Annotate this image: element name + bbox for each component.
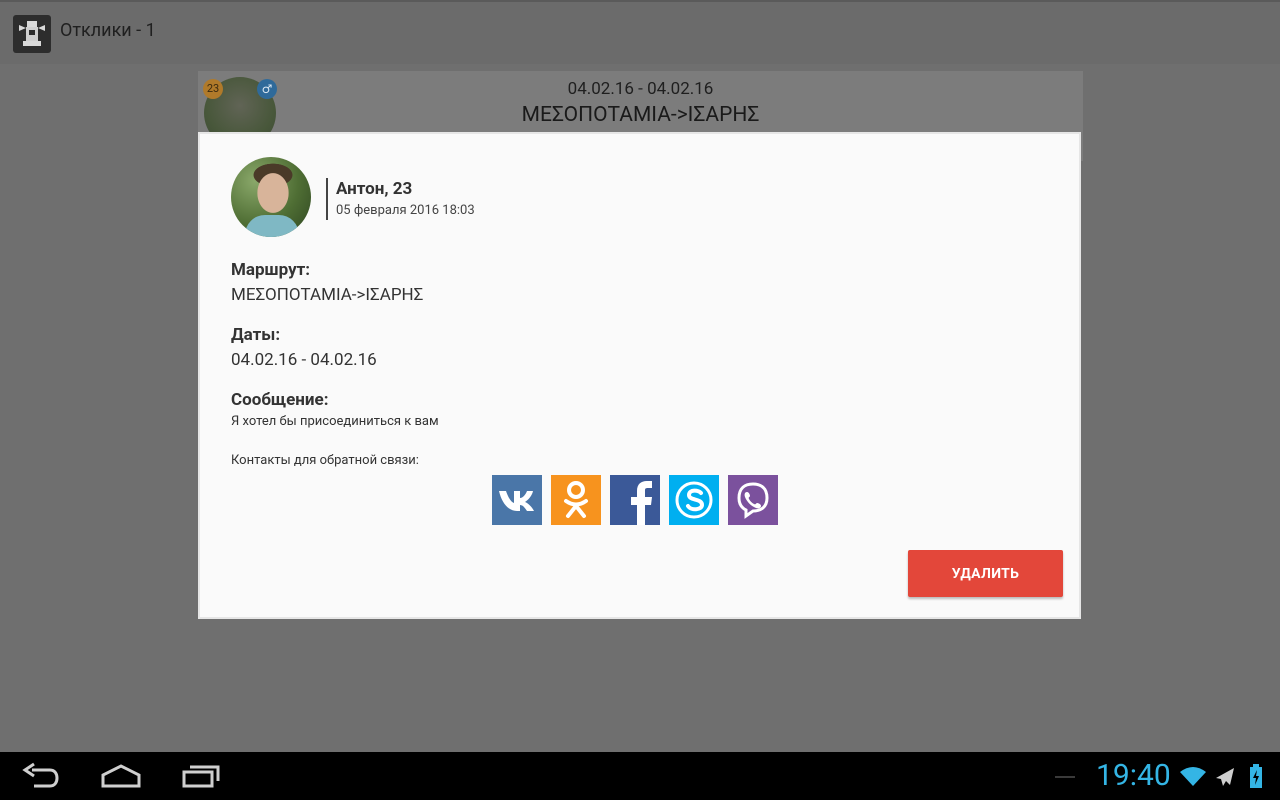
page-title: Отклики - 1 [60, 20, 156, 41]
vk-icon[interactable] [492, 475, 542, 525]
back-icon[interactable] [22, 762, 60, 794]
viber-icon[interactable] [728, 475, 778, 525]
odnoklassniki-icon[interactable] [551, 475, 601, 525]
airplane-mode-icon [1214, 766, 1236, 792]
route-value: ΜΕΣΟΠΟΤΑΜΙΑ->ΙΣΑΡΗΣ [231, 285, 424, 305]
action-bar: Отклики - 1 [0, 0, 1280, 64]
contacts-label: Контакты для обратной связи: [231, 453, 419, 468]
divider [326, 178, 328, 220]
user-name: Антон, 23 [336, 179, 413, 199]
battery-icon [1250, 764, 1262, 792]
delete-button[interactable]: УДАЛИТЬ [908, 550, 1063, 597]
clock[interactable]: 19:40 [1096, 758, 1171, 793]
skype-icon[interactable] [669, 475, 719, 525]
list-item-route: ΜΕΣΟΠΟΤΑΜΙΑ->ΙΣΑΡΗΣ [521, 103, 760, 127]
system-navigation-bar: 19:40 [0, 752, 1280, 800]
list-item-dates: 04.02.16 - 04.02.16 [567, 79, 714, 99]
message-value: Я хотел бы присоединиться к вам [231, 414, 439, 429]
user-avatar[interactable] [231, 157, 311, 237]
home-icon[interactable] [101, 762, 141, 794]
wifi-icon [1180, 766, 1206, 790]
facebook-icon[interactable] [610, 475, 660, 525]
notification-dash-icon [1055, 776, 1075, 778]
dates-value: 04.02.16 - 04.02.16 [231, 350, 377, 370]
app-logo-icon[interactable] [13, 15, 51, 53]
route-label: Маршрут: [231, 260, 311, 280]
dates-label: Даты: [231, 325, 281, 345]
message-label: Сообщение: [231, 390, 329, 410]
recent-apps-icon[interactable] [182, 762, 222, 794]
response-timestamp: 05 февраля 2016 18:03 [336, 203, 475, 218]
response-details-dialog: Антон, 23 05 февраля 2016 18:03 Маршрут:… [198, 132, 1081, 619]
